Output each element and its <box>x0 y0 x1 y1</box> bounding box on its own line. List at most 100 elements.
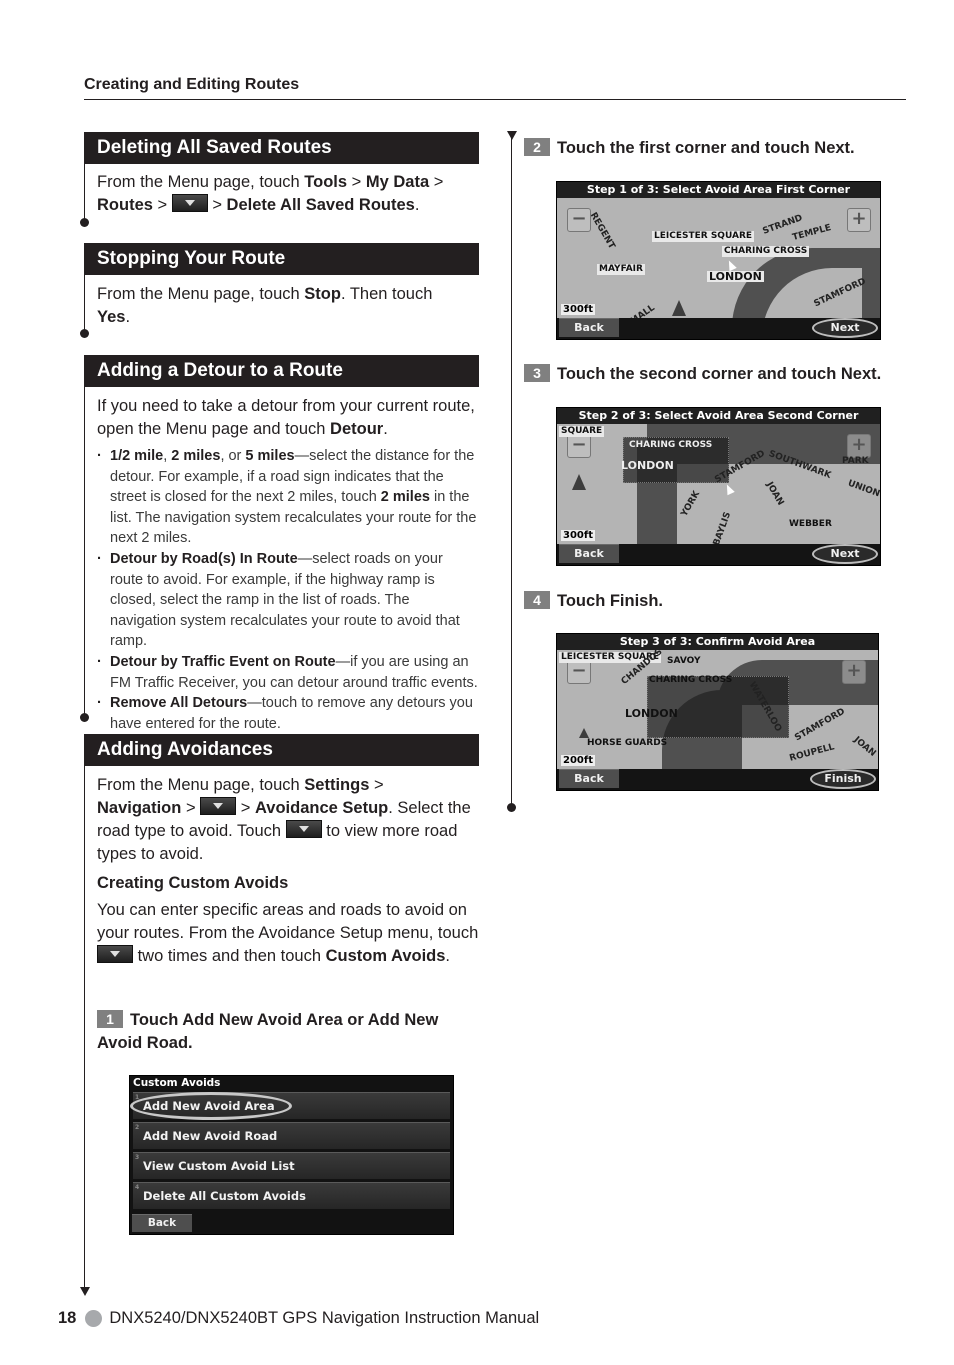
road-label: MALL <box>628 303 657 318</box>
finish-button[interactable]: Finish <box>810 769 876 789</box>
back-button[interactable]: Back <box>132 1214 192 1232</box>
map-label: HORSE GUARDS <box>587 738 668 748</box>
zoom-in-icon[interactable]: + <box>842 660 866 684</box>
section-heading-adding-detour: Adding a Detour to a Route <box>84 355 479 387</box>
step-number-badge: 1 <box>97 1010 123 1028</box>
item-index: 3 <box>135 1154 140 1161</box>
list-item: Detour by Traffic Event on Route—if you … <box>97 652 479 693</box>
list-item: Remove All Detours—touch to remove any d… <box>97 693 479 734</box>
step-4: 4 Touch Finish. <box>524 590 904 613</box>
map-label: MAYFAIR <box>597 264 645 275</box>
page-footer: 18 DNX5240/DNX5240BT GPS Navigation Inst… <box>58 1309 539 1328</box>
menu-item-add-avoid-road[interactable]: 2 Add New Avoid Road <box>133 1122 450 1149</box>
step-number-badge: 3 <box>524 364 550 382</box>
map-screen-step-1: Step 1 of 3: Select Avoid Area First Cor… <box>556 181 881 340</box>
map-label: WEBBER <box>789 519 832 529</box>
flow-end-dot <box>80 218 89 227</box>
step-number-badge: 4 <box>524 591 550 609</box>
map-label: SQUARE <box>559 426 605 437</box>
flow-end-dot <box>80 713 89 722</box>
road-label: JOAN <box>763 480 786 508</box>
flow-line <box>84 387 85 717</box>
step-text: Touch Add New Avoid Area or Add New Avoi… <box>97 1011 439 1052</box>
flow-end-dot <box>80 329 89 338</box>
road-label: YORK <box>679 489 703 519</box>
screen-title: Step 3 of 3: Confirm Avoid Area <box>557 634 878 650</box>
map-toolbar: Back Finish <box>557 769 878 790</box>
back-button[interactable]: Back <box>559 318 619 337</box>
zoom-out-icon[interactable]: − <box>567 660 591 684</box>
item-index: 4 <box>135 1184 140 1191</box>
map-scale: 300ft <box>561 530 596 541</box>
subheading-creating-custom-avoids: Creating Custom Avoids <box>97 874 289 892</box>
section-heading-adding-avoidances: Adding Avoidances <box>84 734 479 766</box>
section-heading-deleting-routes: Deleting All Saved Routes <box>84 132 479 164</box>
map-label: SAVOY <box>667 656 701 666</box>
road-label: TEMPLE <box>791 223 833 243</box>
list-item: 1/2 mile, 2 miles, or 5 miles—select the… <box>97 446 479 549</box>
down-arrow-button-icon <box>285 820 322 838</box>
highlight-oval <box>130 1092 292 1120</box>
road-label: ROUPELL <box>788 742 836 764</box>
manual-title: DNX5240/DNX5240BT GPS Navigation Instruc… <box>109 1309 540 1327</box>
zoom-out-icon[interactable]: − <box>567 208 591 232</box>
screen-title: Step 1 of 3: Select Avoid Area First Cor… <box>557 182 880 198</box>
menu-item-label: Delete All Custom Avoids <box>143 1189 306 1203</box>
down-arrow-button-icon <box>200 797 237 815</box>
back-button[interactable]: Back <box>559 544 619 563</box>
next-button[interactable]: Next <box>812 544 878 564</box>
road-label: STAMFORD <box>793 706 847 744</box>
map-view[interactable]: − + SQUARE CHARING CROSS LONDON WEBBER S… <box>557 424 880 544</box>
map-view[interactable]: − + LEICESTER SQUARE SAVOY CHARING CROSS… <box>557 650 878 769</box>
stopping-route-instructions: From the Menu page, touch Stop. Then tou… <box>97 285 433 326</box>
header-rule <box>84 99 906 100</box>
road-label: UNION <box>846 478 880 500</box>
map-label: CHARING CROSS <box>629 440 713 450</box>
map-label: CHARING CROSS <box>722 246 810 257</box>
step-text: Touch the second corner and touch Next. <box>557 365 882 383</box>
zoom-in-icon[interactable]: + <box>847 434 871 458</box>
flow-line <box>84 766 85 1288</box>
vehicle-position-icon <box>572 474 586 490</box>
avoidances-instructions: From the Menu page, touch Settings > Nav… <box>97 776 471 863</box>
next-button[interactable]: Next <box>812 318 878 338</box>
map-label: LONDON <box>707 270 764 283</box>
continue-arrow-icon <box>80 1287 90 1296</box>
step-text: Touch the first corner and touch Next. <box>557 139 855 157</box>
map-screen-step-3: Step 3 of 3: Confirm Avoid Area − + LEIC… <box>556 633 879 791</box>
map-scale: 300ft <box>561 304 596 315</box>
map-toolbar: Back Next <box>557 318 880 339</box>
screen-title: Custom Avoids <box>133 1077 221 1089</box>
item-index: 2 <box>135 1124 140 1131</box>
menu-item-label: View Custom Avoid List <box>143 1159 295 1173</box>
flow-end-dot <box>507 803 516 812</box>
map-label: LEICESTER SQUARE <box>652 231 755 242</box>
map-screen-step-2: Step 2 of 3: Select Avoid Area Second Co… <box>556 407 881 566</box>
road-label: JOAN <box>851 735 878 759</box>
zoom-out-icon[interactable]: − <box>567 434 591 458</box>
back-button[interactable]: Back <box>559 769 619 788</box>
detour-options-list: 1/2 mile, 2 miles, or 5 miles—select the… <box>97 446 479 734</box>
deleting-routes-instructions: From the Menu page, touch Tools > My Dat… <box>97 173 444 214</box>
detour-intro: If you need to take a detour from your c… <box>97 397 475 438</box>
map-label: LONDON <box>625 707 678 720</box>
map-scale: 200ft <box>561 755 596 766</box>
step-3: 3 Touch the second corner and touch Next. <box>524 363 904 386</box>
section-heading-stopping-route: Stopping Your Route <box>84 243 479 275</box>
map-label: CHARING CROSS <box>649 675 733 685</box>
flow-line <box>84 164 85 222</box>
zoom-in-icon[interactable]: + <box>847 208 871 232</box>
menu-item-view-avoid-list[interactable]: 3 View Custom Avoid List <box>133 1152 450 1179</box>
page-number: 18 <box>58 1309 77 1327</box>
custom-avoids-screenshot: Custom Avoids 1 Add New Avoid Area 2 Add N… <box>129 1075 454 1235</box>
map-view[interactable]: − + LEICESTER SQUARE CHARING CROSS LONDO… <box>557 198 880 318</box>
step-text: Touch Finish. <box>557 592 664 610</box>
step-1: 1 Touch Add New Avoid Area or Add New Avo… <box>97 1009 477 1055</box>
footer-bullet-icon <box>85 1310 103 1327</box>
pointer-cursor-icon <box>723 482 735 496</box>
road-label: BAYLIS <box>711 510 734 544</box>
menu-item-delete-all-avoids[interactable]: 4 Delete All Custom Avoids <box>133 1182 450 1209</box>
flow-line <box>84 275 85 334</box>
custom-avoids-instructions: You can enter specific areas and roads t… <box>97 901 479 965</box>
step-number-badge: 2 <box>524 138 550 156</box>
